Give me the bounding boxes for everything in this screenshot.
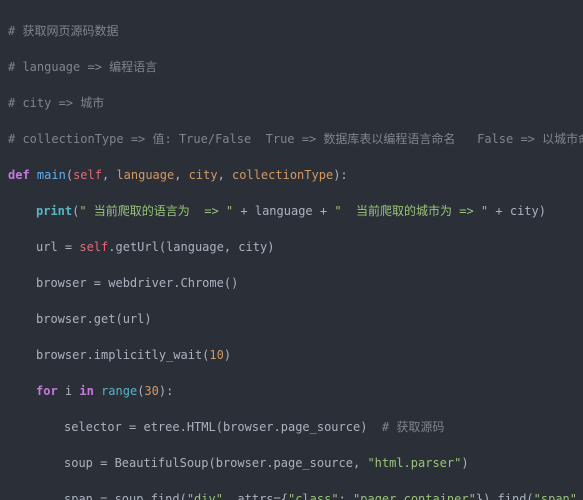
- code-line: print(" 当前爬取的语言为 => " + language + " 当前爬…: [8, 202, 583, 220]
- code-line: for i in range(30):: [8, 382, 583, 400]
- code-line: def main(self, language, city, collectio…: [8, 166, 583, 184]
- code-line: browser.implicitly_wait(10): [8, 346, 583, 364]
- comment-line: # language => 编程语言: [8, 58, 583, 76]
- comment-line: # collectionType => 值: True/False True =…: [8, 130, 583, 148]
- code-line: browser.get(url): [8, 310, 583, 328]
- code-line: browser = webdriver.Chrome(): [8, 274, 583, 292]
- code-line: span = soup.find("div", attrs={"class": …: [8, 490, 583, 500]
- code-editor[interactable]: # 获取网页源码数据 # language => 编程语言 # city => …: [0, 0, 583, 500]
- code-line: soup = BeautifulSoup(browser.page_source…: [8, 454, 583, 472]
- code-line: url = self.getUrl(language, city): [8, 238, 583, 256]
- code-line: selector = etree.HTML(browser.page_sourc…: [8, 418, 583, 436]
- comment-line: # 获取网页源码数据: [8, 22, 583, 40]
- comment-line: # city => 城市: [8, 94, 583, 112]
